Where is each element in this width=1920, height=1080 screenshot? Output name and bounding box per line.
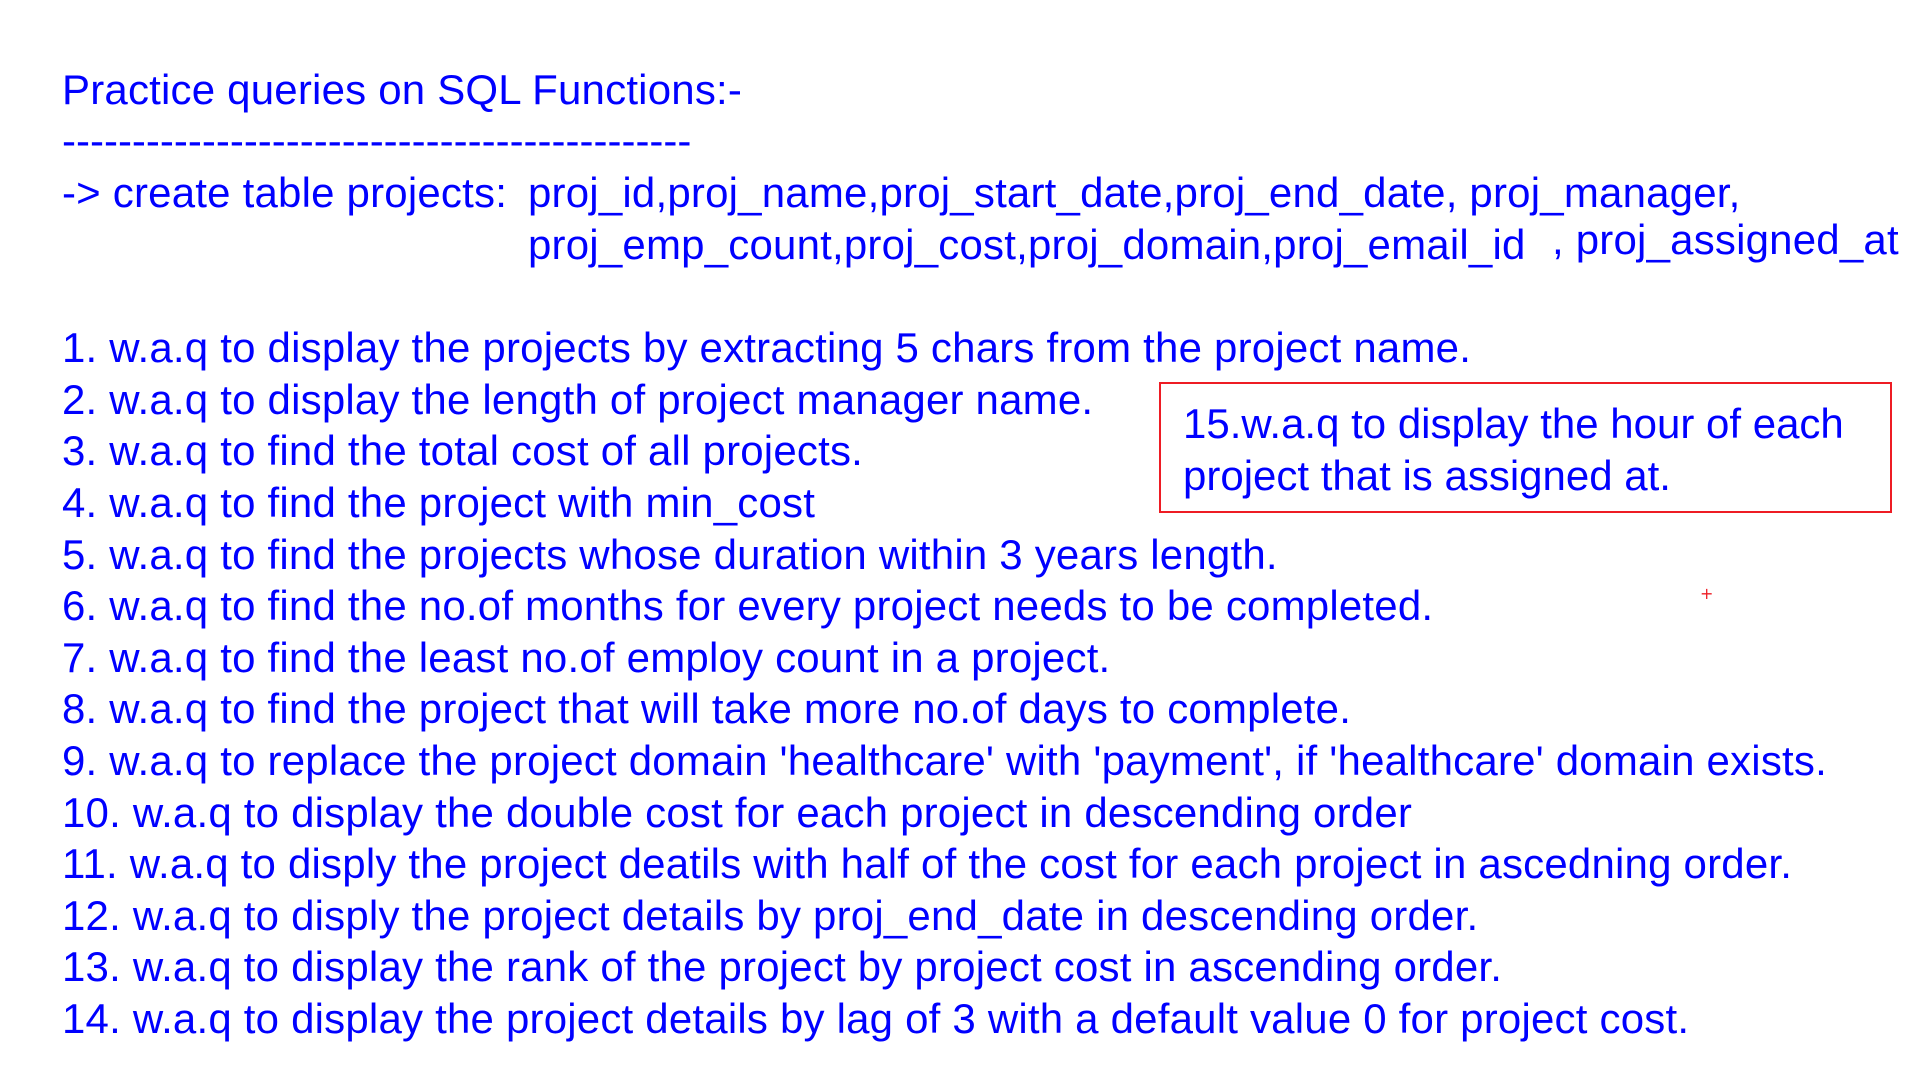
- question-item-1: 1. w.a.q to display the projects by extr…: [62, 324, 1472, 371]
- question-item-7: 7. w.a.q to find the least no.of employ …: [62, 634, 1111, 681]
- question-item-3: 3. w.a.q to find the total cost of all p…: [62, 427, 864, 474]
- question-item-11: 11. w.a.q to disply the project deatils …: [62, 840, 1793, 887]
- question-item-5: 5. w.a.q to find the projects whose dura…: [62, 531, 1278, 578]
- question-item-13: 13. w.a.q to display the rank of the pro…: [62, 943, 1503, 990]
- question-item-12: 12. w.a.q to disply the project details …: [62, 892, 1479, 939]
- columns-line-2-extra: , proj_assigned_at: [1552, 216, 1899, 263]
- columns-line-2: proj_emp_count,proj_cost,proj_domain,pro…: [528, 221, 1526, 268]
- question-item-14: 14. w.a.q to display the project details…: [62, 995, 1690, 1042]
- question-item-4: 4. w.a.q to find the project with min_co…: [62, 479, 816, 526]
- question-item-8: 8. w.a.q to find the project that will t…: [62, 685, 1352, 732]
- question-item-10: 10. w.a.q to display the double cost for…: [62, 789, 1413, 836]
- title-divider: ----------------------------------------…: [62, 117, 692, 164]
- page-title: Practice queries on SQL Functions:-: [62, 66, 743, 113]
- question-item-6: 6. w.a.q to find the no.of months for ev…: [62, 582, 1434, 629]
- question-item-9: 9. w.a.q to replace the project domain '…: [62, 737, 1827, 784]
- question-item-2: 2. w.a.q to display the length of projec…: [62, 376, 1094, 423]
- create-table-label: -> create table projects:: [62, 169, 508, 216]
- columns-line-1: proj_id,proj_name,proj_start_date,proj_e…: [528, 169, 1741, 216]
- callout-box: 15.w.a.q to display the hour of each pro…: [1159, 382, 1892, 513]
- callout-question-15: 15.w.a.q to display the hour of each pro…: [1183, 400, 1844, 499]
- cursor-plus-icon: +: [1700, 584, 1714, 603]
